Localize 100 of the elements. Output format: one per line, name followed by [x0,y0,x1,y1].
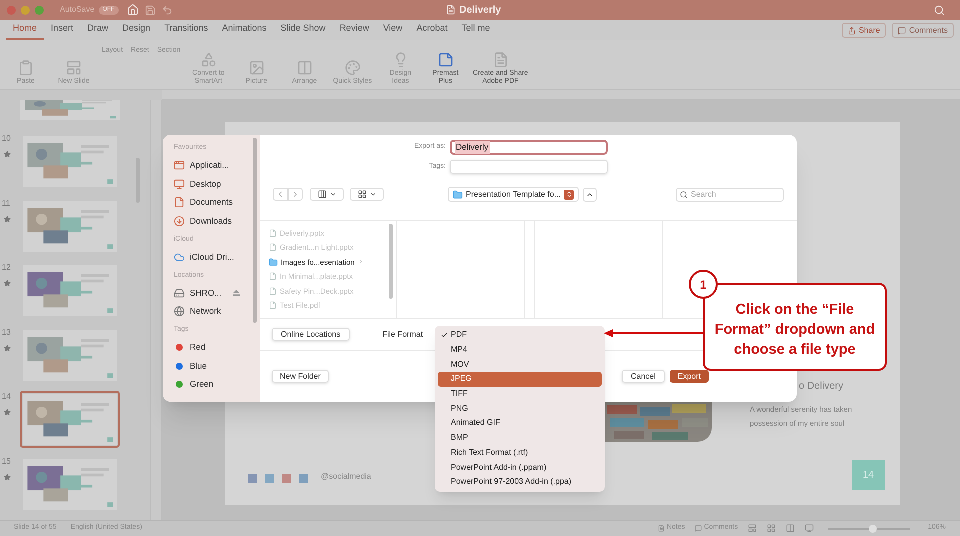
folder-icon [269,258,278,267]
image-icon [248,60,265,76]
facebook-icon[interactable] [248,474,257,483]
menu-item[interactable]: JPEG [438,372,602,387]
notes-icon [658,525,665,532]
star-icon [4,216,11,223]
home-icon[interactable] [126,4,139,16]
eject-icon[interactable] [232,290,240,296]
applications-icon [174,160,185,172]
slide-number: 10 [2,133,11,146]
menu-item[interactable]: PDF [438,328,602,343]
star-icon [4,409,11,416]
ribbon-tab[interactable]: Insert [44,22,81,40]
sidebar-item[interactable]: SHRO... [174,284,260,302]
menu-item[interactable]: Rich Text Format (.rtf) [438,446,602,460]
sidebar-item[interactable]: Downloads [174,212,260,230]
chevron-right-icon [358,259,364,266]
drive-icon [174,288,185,299]
ribbon-tab[interactable]: Draw [80,22,116,40]
shapes-icon [200,52,217,68]
window-title: Deliverly [460,4,502,18]
star-icon [4,474,11,481]
undo-icon[interactable] [162,4,173,16]
tags-field[interactable] [450,160,608,174]
search-field[interactable]: Search [676,188,784,202]
reading-view-icon[interactable] [786,524,796,533]
download-icon [174,216,185,227]
sidebar-item[interactable]: Green [174,376,260,394]
group-view-button[interactable] [350,188,384,201]
sidebar-item[interactable]: Applicati... [174,156,260,175]
menu-item[interactable]: PowerPoint 97-2003 Add-in (.ppa) [438,474,602,490]
cancel-button[interactable]: Cancel [622,370,665,383]
ribbon-tab[interactable]: Design [116,22,158,40]
ribbon-tab[interactable]: Acrobat [410,22,455,40]
ribbon-tab[interactable]: Review [332,22,376,40]
globe-icon [174,306,185,318]
column-view-button[interactable] [310,188,344,201]
export-as-field[interactable]: Deliverly [450,140,608,155]
page-number-badge: 14 [852,460,885,490]
file-icon [269,272,277,282]
star-icon [4,151,11,158]
menu-item[interactable]: PowerPoint Add-in (.ppam) [438,460,602,475]
ribbon-tab[interactable]: Animations [215,22,274,40]
chevron-down-icon [330,191,336,198]
new-folder-button[interactable]: New Folder [272,370,329,383]
location-dropdown[interactable]: Presentation Template fo... [448,187,580,202]
export-button[interactable]: Export [670,370,709,383]
comment-icon [695,525,702,532]
file-icon [269,228,277,238]
back-button[interactable] [273,188,288,201]
clipboard-icon [18,60,34,76]
ribbon-tab[interactable]: Transitions [158,22,216,40]
menu-item[interactable]: MP4 [438,342,602,358]
menu-item[interactable]: PNG [438,401,602,416]
sidebar-item[interactable]: Desktop [174,175,260,194]
ribbon-tab[interactable]: Slide Show [274,22,333,40]
normal-view-icon[interactable] [748,524,758,533]
sidebar-item[interactable]: Documents [174,194,260,212]
online-locations-button[interactable]: Online Locations [272,328,350,341]
ribbon-tab[interactable]: Tell me [454,22,498,40]
close-window-icon[interactable] [7,6,16,14]
forward-button[interactable] [288,188,303,201]
slide-number: 11 [2,198,10,210]
zoom-slider-thumb[interactable] [869,524,878,532]
slide-number: 13 [2,326,11,339]
columns-icon [318,190,326,199]
search-icon [680,190,688,198]
document-icon [446,5,456,15]
columns-icon [296,60,313,76]
document-icon [174,197,185,208]
collapse-button[interactable] [583,188,598,202]
social-handle: @socialmedia [321,471,372,483]
minimize-window-icon[interactable] [21,6,30,14]
slide-number: 14 [2,391,11,404]
scrollbar[interactable] [253,138,257,323]
zoom-window-icon[interactable] [35,6,44,14]
ribbon-tab[interactable]: View [376,22,410,40]
menu-item[interactable]: MOV [438,357,602,372]
sidebar-item[interactable]: Red [174,338,260,357]
back-icon [276,190,285,199]
sidebar-item[interactable]: Blue [174,357,260,376]
google-plus-icon[interactable] [282,474,291,483]
grid-view-icon[interactable] [767,524,776,533]
share-button[interactable]: Share [842,23,886,38]
comments-button[interactable]: Comments [892,23,954,38]
menu-item[interactable]: Animated GIF [438,416,602,431]
sidebar-item[interactable]: iCloud Dri... [174,248,260,266]
search-icon[interactable] [934,4,945,16]
twitter-icon[interactable] [265,474,274,483]
star-icon [4,344,11,352]
folder-icon [453,190,463,200]
save-icon[interactable] [144,4,156,16]
menu-item[interactable]: BMP [438,430,602,446]
linkedin-icon[interactable] [299,474,308,483]
chevron-down-icon [370,191,376,198]
scrollbar[interactable] [389,224,393,299]
slideshow-icon[interactable] [805,524,814,533]
file-icon [269,301,277,310]
menu-item[interactable]: TIFF [438,386,602,402]
sidebar-item[interactable]: Network [174,302,260,321]
